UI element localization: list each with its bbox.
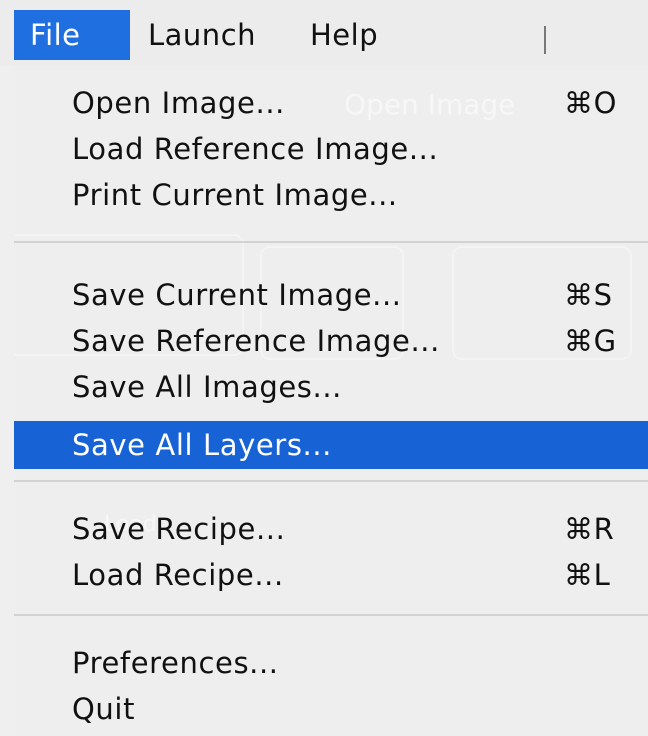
menu-item-shortcut: ⌘G <box>564 324 617 358</box>
menu-item-open-image[interactable]: Open Image... ⌘O <box>14 80 648 126</box>
menu-separator <box>14 241 648 243</box>
menu-item-label: Quit <box>72 692 136 726</box>
menu-item-save-reference-image[interactable]: Save Reference Image... ⌘G <box>14 318 648 364</box>
menu-separator <box>14 614 648 616</box>
menu-bar: File Launch Help <box>0 0 648 66</box>
menu-item-save-all-layers[interactable]: Save All Layers... <box>14 421 648 469</box>
menu-item-preferences[interactable]: Preferences... <box>14 640 648 686</box>
menu-item-print-current-image[interactable]: Print Current Image... <box>14 172 648 218</box>
menu-item-label: Load Recipe... <box>72 558 284 592</box>
file-menu-dropdown: Open Image Load Open Image... ⌘O Load Re… <box>14 66 648 736</box>
menu-item-label: Save All Layers... <box>72 428 332 462</box>
menu-item-save-recipe[interactable]: Save Recipe... ⌘R <box>14 506 648 552</box>
menu-item-label: Preferences... <box>72 646 279 680</box>
menu-item-label: Save All Images... <box>72 370 342 404</box>
menubar-divider <box>544 26 546 54</box>
menu-launch[interactable]: Launch <box>148 10 256 60</box>
menu-item-save-all-images[interactable]: Save All Images... <box>14 364 648 410</box>
menu-item-shortcut: ⌘L <box>564 558 611 592</box>
menu-item-quit[interactable]: Quit <box>14 686 648 732</box>
menu-item-save-current-image[interactable]: Save Current Image... ⌘S <box>14 272 648 318</box>
menu-file[interactable]: File <box>14 10 130 60</box>
menu-help[interactable]: Help <box>310 10 378 60</box>
menu-item-load-recipe[interactable]: Load Recipe... ⌘L <box>14 552 648 598</box>
menu-item-label: Load Reference Image... <box>72 132 439 166</box>
menu-item-label: Save Reference Image... <box>72 324 440 358</box>
menu-item-label: Open Image... <box>72 86 285 120</box>
menu-item-shortcut: ⌘R <box>564 512 615 546</box>
menu-item-label: Save Current Image... <box>72 278 402 312</box>
menu-item-shortcut: ⌘O <box>564 86 618 120</box>
menu-item-load-reference-image[interactable]: Load Reference Image... <box>14 126 648 172</box>
screen: File Launch Help Open Image Load Open Im… <box>0 0 648 736</box>
menu-item-label: Save Recipe... <box>72 512 286 546</box>
menu-item-label: Print Current Image... <box>72 178 398 212</box>
menu-separator <box>14 480 648 482</box>
menu-item-shortcut: ⌘S <box>564 278 613 312</box>
